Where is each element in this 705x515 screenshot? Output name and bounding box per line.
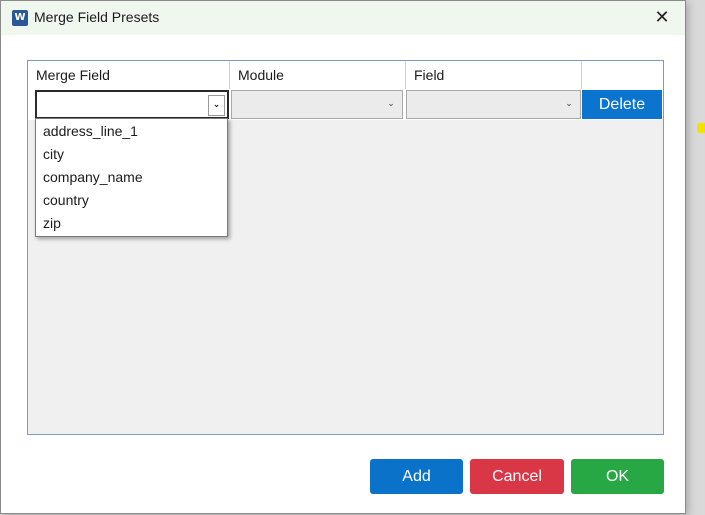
table-row: ⌄ ⌄ ⌄ Delete [28, 89, 663, 120]
column-header-module: Module [230, 61, 406, 89]
cancel-button[interactable]: Cancel [470, 459, 564, 494]
merge-field-combobox[interactable]: ⌄ [35, 90, 229, 119]
grid-header: Merge Field Module Field [28, 61, 663, 90]
chevron-down-icon[interactable]: ⌄ [208, 95, 225, 116]
chevron-down-icon: ⌄ [387, 99, 395, 109]
merge-field-presets-dialog: W Merge Field Presets ✕ Merge Field Modu… [0, 0, 686, 514]
background-marker [697, 123, 705, 133]
close-button[interactable]: ✕ [639, 1, 685, 35]
merge-field-dropdown-list: address_line_1 city company_name country… [35, 118, 228, 237]
dropdown-option-zip[interactable]: zip [36, 212, 227, 235]
module-combobox[interactable]: ⌄ [231, 90, 403, 119]
column-header-field: Field [406, 61, 582, 89]
add-button[interactable]: Add [370, 459, 463, 494]
dropdown-option-country[interactable]: country [36, 189, 227, 212]
ok-button[interactable]: OK [571, 459, 664, 494]
chevron-down-icon: ⌄ [565, 99, 573, 109]
presets-grid: Merge Field Module Field ⌄ ⌄ ⌄ Delete [27, 60, 664, 435]
dialog-title: Merge Field Presets [34, 9, 160, 25]
dropdown-option-company-name[interactable]: company_name [36, 166, 227, 189]
title-bar: W Merge Field Presets ✕ [1, 1, 685, 35]
word-icon: W [12, 10, 28, 26]
dropdown-option-address-line-1[interactable]: address_line_1 [36, 120, 227, 143]
column-header-merge-field: Merge Field [28, 61, 230, 89]
field-combobox[interactable]: ⌄ [406, 90, 581, 119]
delete-button[interactable]: Delete [582, 90, 662, 119]
dropdown-option-city[interactable]: city [36, 143, 227, 166]
